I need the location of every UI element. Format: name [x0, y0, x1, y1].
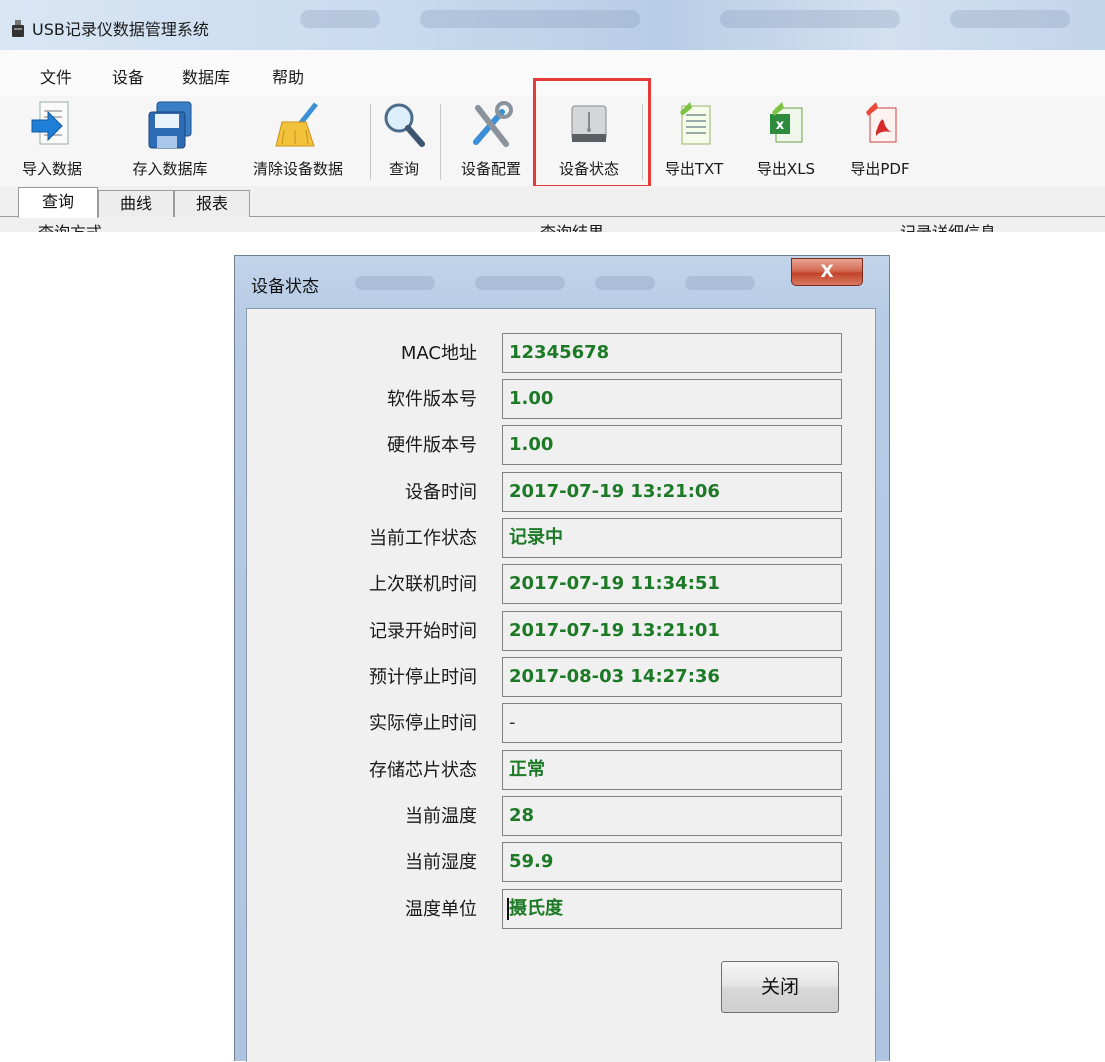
current-humidity-label: 当前湿度: [405, 852, 477, 873]
mac-address-field[interactable]: 12345678: [502, 333, 842, 373]
clear-broom-icon: [275, 102, 318, 147]
estimated-stop-time-field[interactable]: 2017-08-03 14:27:36: [502, 657, 842, 697]
titlebar-blur: [595, 276, 655, 290]
query-mode-header: 查询方式: [38, 222, 102, 232]
app-title: USB记录仪数据管理系统: [32, 20, 209, 39]
estimated-stop-time-label: 预计停止时间: [369, 667, 477, 688]
titlebar-blur: [475, 276, 565, 290]
clear-device-data-button[interactable]: 清除设备数据: [236, 100, 360, 186]
magnifier-icon: [384, 103, 425, 147]
menu-file[interactable]: 文件: [40, 64, 72, 88]
actual-stop-time-field[interactable]: -: [502, 703, 842, 743]
current-humidity-field[interactable]: 59.9: [502, 842, 842, 882]
toolbar-label: 导出XLS: [756, 160, 816, 178]
toolbar-label: 设备配置: [460, 160, 521, 178]
toolbar-label: 导出PDF: [850, 160, 910, 178]
hardware-version-field[interactable]: 1.00: [502, 425, 842, 465]
last-online-time-field[interactable]: 2017-07-19 11:34:51: [502, 564, 842, 604]
export-pdf-button[interactable]: 导出PDF: [840, 100, 920, 186]
window-titlebar: USB记录仪数据管理系统: [0, 0, 1105, 50]
titlebar-blur: [300, 10, 380, 28]
dialog-body: MAC地址 12345678 软件版本号 1.00 硬件版本号 1.00 设备时…: [246, 308, 876, 1062]
toolbar-separator: [370, 104, 371, 180]
toolbar-label: 存入数据库: [132, 160, 208, 178]
pdf-file-icon: [866, 102, 897, 143]
highlight-box: [533, 78, 651, 188]
record-detail-header: 记录详细信息: [900, 222, 996, 232]
dialog-title: 设备状态: [251, 277, 319, 297]
device-config-button[interactable]: 设备配置: [450, 100, 532, 186]
save-database-button[interactable]: 存入数据库: [120, 100, 220, 186]
last-online-time-label: 上次联机时间: [369, 574, 477, 595]
import-data-icon: [31, 101, 69, 145]
query-button[interactable]: 查询: [382, 100, 426, 186]
main-window: USB记录仪数据管理系统 文件 设备 数据库 帮助 导入数据 存入数据库 清除设…: [0, 0, 1105, 232]
temperature-unit-field[interactable]: 摄氏度: [502, 889, 842, 929]
tab-report[interactable]: 报表: [174, 190, 250, 217]
menu-database[interactable]: 数据库: [182, 64, 230, 88]
menu-device[interactable]: 设备: [112, 64, 144, 88]
export-txt-button[interactable]: 导出TXT: [656, 100, 732, 186]
dialog-titlebar: 设备状态 X: [235, 256, 889, 308]
temperature-unit-value: 摄氏度: [509, 898, 563, 919]
toolbar-label: 导入数据: [22, 160, 83, 178]
toolbar-label: 导出TXT: [664, 160, 724, 178]
txt-file-icon: [680, 102, 711, 145]
toolbar-label: 查询: [388, 160, 419, 178]
current-temperature-field[interactable]: 28: [502, 796, 842, 836]
titlebar-blur: [950, 10, 1070, 28]
titlebar-blur: [355, 276, 435, 290]
device-time-field[interactable]: 2017-07-19 13:21:06: [502, 472, 842, 512]
save-database-icon: [148, 101, 192, 149]
import-data-button[interactable]: 导入数据: [22, 100, 82, 186]
work-status-label: 当前工作状态: [369, 528, 477, 549]
menu-help[interactable]: 帮助: [272, 64, 304, 88]
tools-icon: [473, 101, 513, 147]
memory-chip-status-label: 存储芯片状态: [369, 760, 477, 781]
titlebar-blur: [685, 276, 755, 290]
record-start-time-field[interactable]: 2017-07-19 13:21:01: [502, 611, 842, 651]
toolbar-label: 清除设备数据: [252, 160, 343, 178]
actual-stop-time-label: 实际停止时间: [369, 713, 477, 734]
hardware-version-label: 硬件版本号: [387, 435, 477, 456]
text-caret: [507, 898, 509, 920]
device-time-label: 设备时间: [405, 482, 477, 503]
tab-query[interactable]: 查询: [18, 187, 98, 218]
device-status-dialog: 设备状态 X MAC地址 12345678 软件版本号 1.00 硬件版本号 1…: [234, 255, 890, 1062]
excel-file-icon: x: [770, 102, 803, 143]
mac-address-label: MAC地址: [400, 343, 477, 364]
current-temperature-label: 当前温度: [405, 806, 477, 827]
record-start-time-label: 记录开始时间: [369, 621, 477, 642]
toolbar-separator: [642, 104, 643, 180]
export-xls-button[interactable]: x 导出XLS: [748, 100, 824, 186]
toolbar-separator: [440, 104, 441, 180]
software-version-label: 软件版本号: [387, 389, 477, 410]
query-result-header: 查询结果: [540, 222, 604, 232]
temperature-unit-label: 温度单位: [405, 899, 477, 920]
titlebar-blur: [720, 10, 900, 28]
close-icon[interactable]: X: [791, 258, 863, 286]
memory-chip-status-field[interactable]: 正常: [502, 750, 842, 790]
usb-app-icon: [12, 20, 24, 37]
software-version-field[interactable]: 1.00: [502, 379, 842, 419]
svg-text:x: x: [776, 118, 785, 133]
tab-curve[interactable]: 曲线: [98, 190, 174, 217]
titlebar-blur: [420, 10, 640, 28]
close-button[interactable]: 关闭: [721, 961, 839, 1013]
work-status-field[interactable]: 记录中: [502, 518, 842, 558]
